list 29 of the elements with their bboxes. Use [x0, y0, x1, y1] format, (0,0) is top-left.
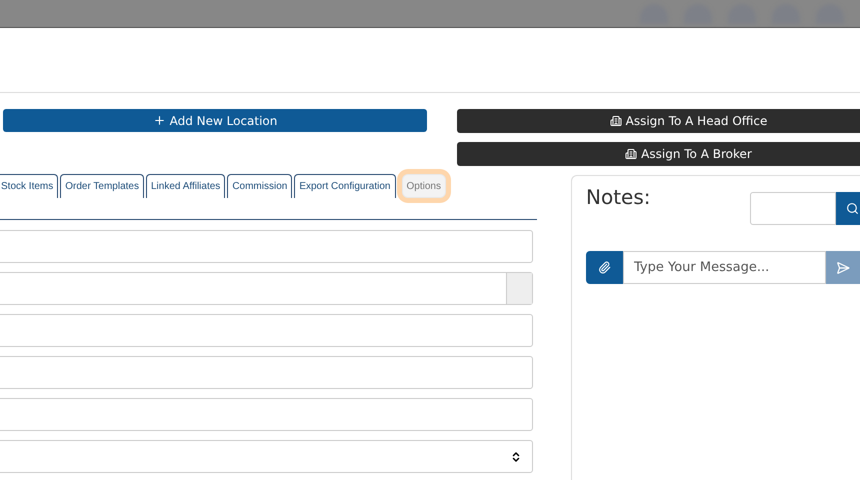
search-button[interactable]: [836, 192, 860, 225]
input-field[interactable]: [0, 356, 533, 389]
input-addon: [506, 273, 532, 304]
building-icon: [610, 115, 622, 127]
notes-title: Notes:: [586, 184, 651, 211]
input-field[interactable]: [0, 272, 533, 305]
tab[interactable]: Linked Affiliates: [146, 174, 226, 198]
assign-head-office-button[interactable]: Assign To A Head Office: [457, 109, 860, 133]
input-field[interactable]: [0, 230, 533, 263]
building-icon: [625, 148, 638, 160]
message-field[interactable]: Type Your Message...: [623, 251, 826, 284]
input-field[interactable]: [0, 398, 533, 431]
search-icon: [846, 202, 858, 215]
sort-arrows-icon: [510, 450, 522, 462]
send-button[interactable]: [826, 251, 860, 284]
paperclip-icon: [598, 261, 611, 274]
send-icon: [836, 260, 850, 274]
plus-icon: [152, 114, 166, 127]
tab[interactable]: Export Configuration: [294, 174, 396, 198]
assign-broker-button[interactable]: Assign To A Broker: [457, 142, 860, 166]
tab[interactable]: Options: [402, 174, 446, 198]
input-field[interactable]: [0, 314, 533, 347]
tab[interactable]: Commission: [227, 174, 292, 198]
search-field[interactable]: [750, 192, 836, 225]
select-field[interactable]: [0, 440, 533, 473]
attach-button[interactable]: [586, 251, 623, 284]
tab[interactable]: Order Templates: [60, 174, 144, 198]
add-location-button[interactable]: Add New Location: [3, 109, 427, 132]
tab[interactable]: Stock Items: [0, 174, 58, 198]
